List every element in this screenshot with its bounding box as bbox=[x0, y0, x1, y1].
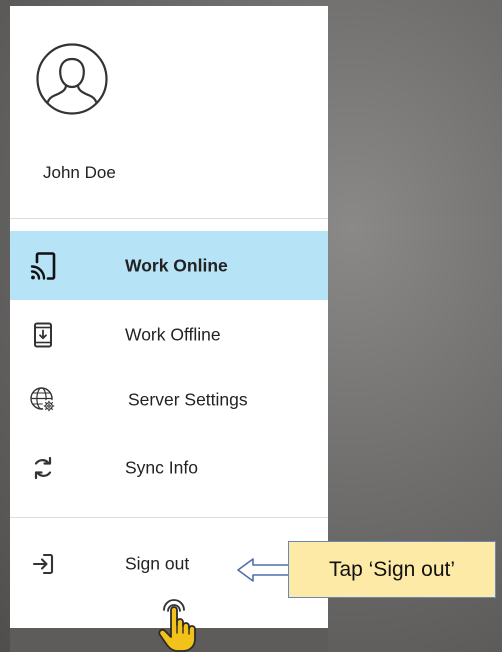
menu-item-label: Server Settings bbox=[128, 389, 248, 409]
globe-gear-icon bbox=[29, 386, 57, 414]
menu-item-label: Sync Info bbox=[125, 457, 198, 477]
sync-icon bbox=[29, 454, 57, 482]
menu-item-server-settings[interactable]: Server Settings bbox=[10, 365, 328, 434]
user-avatar-icon[interactable] bbox=[36, 43, 108, 115]
phone-download-icon bbox=[29, 321, 57, 349]
cast-icon bbox=[29, 251, 57, 280]
menu-item-label: Work Online bbox=[125, 255, 228, 275]
user-name: John Doe bbox=[43, 163, 116, 182]
menu-item-label: Work Offline bbox=[125, 324, 221, 344]
sign-out-icon bbox=[29, 550, 57, 578]
callout-arrow-icon bbox=[237, 558, 292, 582]
menu-item-work-online[interactable]: Work Online bbox=[10, 231, 328, 300]
menu-item-sync-info[interactable]: Sync Info bbox=[10, 433, 328, 502]
callout-tap-sign-out: Tap ‘Sign out’ bbox=[288, 541, 496, 598]
menu-item-work-offline[interactable]: Work Offline bbox=[10, 300, 328, 369]
divider bbox=[10, 517, 328, 518]
sign-out-label: Sign out bbox=[125, 553, 190, 573]
divider bbox=[10, 218, 328, 219]
tap-hand-icon bbox=[158, 599, 196, 652]
navigation-drawer: John Doe Work Online Work Offline Server… bbox=[10, 6, 328, 628]
